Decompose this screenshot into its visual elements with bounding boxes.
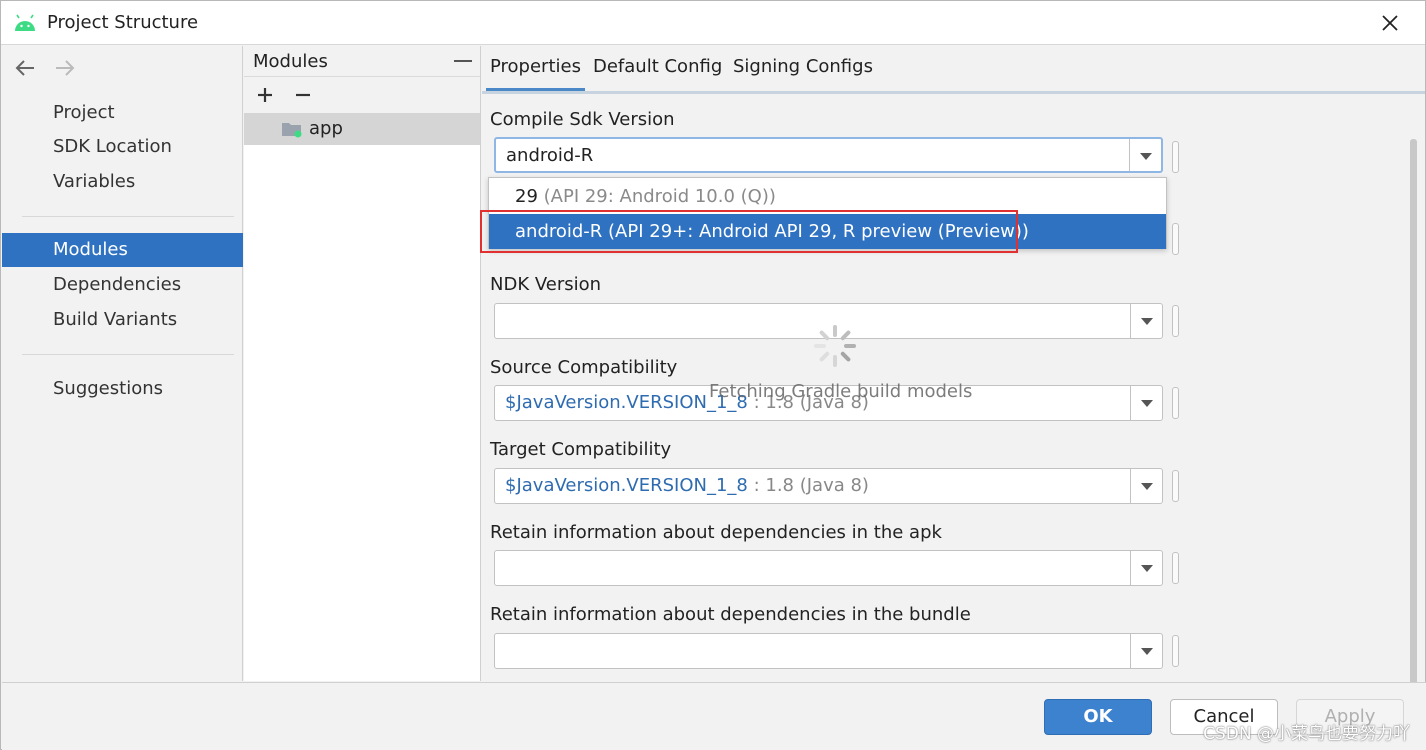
target-compat-value: $JavaVersion.VERSION_1_8 : 1.8 (Java 8) [505,475,869,496]
compile-sdk-variable-button[interactable] [1172,141,1179,173]
chevron-down-icon[interactable] [1130,304,1162,338]
title-bar: Project Structure [1,1,1425,45]
retain-apk-variable-button[interactable] [1172,552,1179,584]
target-compat-resolved: : 1.8 (Java 8) [747,475,869,496]
retain-bundle-variable-button[interactable] [1172,635,1179,667]
modules-title: Modules [253,51,328,72]
window-title: Project Structure [47,12,199,33]
option-detail-text: (API 29: Android 10.0 (Q)) [537,186,776,207]
module-folder-icon [282,123,302,138]
nav-item-sdk-location[interactable]: SDK Location [2,130,243,164]
nav-divider [22,216,234,217]
target-compat-label: Target Compatibility [490,439,672,460]
compile-sdk-value: android-R [506,145,594,166]
nav-item-variables[interactable]: Variables [2,165,243,199]
properties-panel: Properties Default Config Signing Config… [482,46,1425,715]
arrow-right-icon[interactable] [54,58,76,78]
spinner-icon [814,325,856,367]
dropdown-option-29[interactable]: 29 (API 29: Android 10.0 (Q)) [489,179,1166,214]
chevron-down-icon[interactable] [1130,634,1162,668]
plus-icon[interactable] [256,86,274,104]
option-main-text: 29 [515,186,538,207]
vertical-scrollbar[interactable] [1410,139,1417,715]
target-compat-variable: $JavaVersion.VERSION_1_8 [505,475,748,496]
minus-icon[interactable] [294,86,312,104]
nav-divider [22,354,234,355]
android-icon [15,14,35,31]
option-main-text: android-R (API 29+: Android API 29, R pr… [515,221,1029,242]
arrow-left-icon[interactable] [14,58,36,78]
nav-item-modules[interactable]: Modules [2,233,243,267]
loading-text: Fetching Gradle build models [709,381,973,402]
chevron-down-icon[interactable] [1129,139,1161,171]
module-item-app[interactable]: app [244,113,480,145]
chevron-down-icon[interactable] [1130,469,1162,503]
source-compat-variable-button[interactable] [1172,387,1179,419]
source-compat-label: Source Compatibility [490,357,678,378]
retain-bundle-combo[interactable] [494,633,1163,669]
build-tools-variable-button[interactable] [1172,223,1179,255]
compile-sdk-label: Compile Sdk Version [490,109,675,130]
dropdown-option-android-r[interactable]: android-R (API 29+: Android API 29, R pr… [489,214,1166,249]
tab-default-config[interactable]: Default Config [593,56,722,77]
chevron-down-icon[interactable] [1130,551,1162,585]
chevron-down-icon[interactable] [1130,386,1162,420]
ndk-variable-button[interactable] [1172,305,1179,337]
target-compat-variable-button[interactable] [1172,470,1179,502]
nav-item-project[interactable]: Project [2,96,243,130]
tab-signing-configs[interactable]: Signing Configs [733,56,873,77]
retain-bundle-label: Retain information about dependencies in… [490,604,971,625]
target-compat-combo[interactable]: $JavaVersion.VERSION_1_8 : 1.8 (Java 8) [494,468,1163,504]
collapse-icon[interactable] [454,60,472,62]
project-structure-dialog: Project Structure Project SDK Location V… [0,0,1426,750]
nav-item-dependencies[interactable]: Dependencies [2,268,243,302]
tab-bar: Properties Default Config Signing Config… [482,46,1425,94]
watermark: CSDN @小菜鸟也要努力吖 [1203,724,1410,744]
module-label: app [309,118,343,139]
modules-header: Modules [244,46,480,77]
ok-button[interactable]: OK [1044,699,1152,735]
ndk-version-label: NDK Version [490,274,602,295]
modules-toolbar [244,77,480,113]
nav-item-suggestions[interactable]: Suggestions [2,372,243,406]
retain-apk-label: Retain information about dependencies in… [490,522,942,543]
compile-sdk-combo[interactable]: android-R [494,137,1163,173]
compile-sdk-dropdown-list: 29 (API 29: Android 10.0 (Q)) android-R … [488,177,1167,249]
dialog-footer: OK Cancel Apply CSDN @小菜鸟也要努力吖 [2,682,1426,750]
retain-apk-combo[interactable] [494,550,1163,586]
nav-item-build-variants[interactable]: Build Variants [2,303,243,337]
modules-panel: Modules app [244,46,481,681]
left-navigation: Project SDK Location Variables Modules D… [2,46,243,681]
close-icon[interactable] [1377,10,1403,36]
tab-properties[interactable]: Properties [486,56,585,91]
